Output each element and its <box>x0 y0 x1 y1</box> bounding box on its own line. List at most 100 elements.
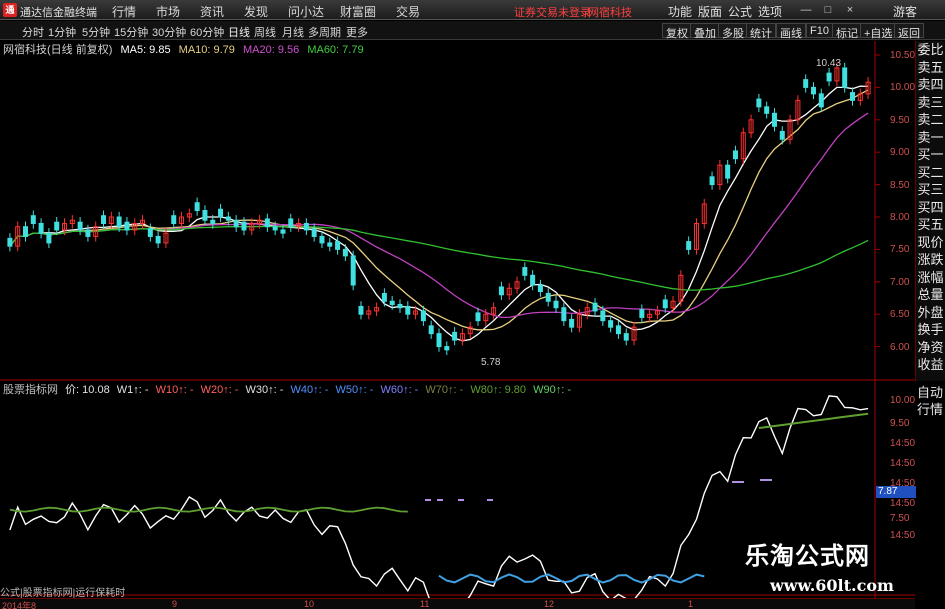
sidebar-item[interactable]: 卖四 <box>916 76 945 94</box>
date-tick: 2014年8 <box>2 601 37 609</box>
sidebar-item[interactable]: 买五 <box>916 216 945 234</box>
price-tick: 7.50 <box>890 244 910 256</box>
candle-body <box>194 202 200 212</box>
candle-body <box>30 215 36 224</box>
candle-body <box>77 221 83 231</box>
sidebar-item[interactable]: 涨幅 <box>916 269 945 287</box>
watermark-url: www.60lt.com <box>770 576 894 595</box>
w20-label: W20↑: - <box>200 384 239 396</box>
sub-axis-tick: 14:50 <box>890 438 916 449</box>
sidebar-item[interactable]: 卖二 <box>916 111 945 129</box>
moving-average-lines <box>9 85 869 342</box>
candle-body <box>405 305 411 315</box>
candle-body <box>264 218 270 228</box>
sidebar-item[interactable]: 现价 <box>916 234 945 252</box>
indicator-header: 股票指标网 价: 10.08 W1↑: - W10↑: - W20↑: - W3… <box>3 381 575 396</box>
sidebar-item[interactable]: 涨跌 <box>916 251 945 269</box>
sidebar-item[interactable]: 总量 <box>916 286 945 304</box>
candle-body <box>147 228 153 237</box>
price-tick: 6.50 <box>890 309 910 321</box>
candle-body <box>272 226 278 231</box>
candle-body <box>23 226 29 237</box>
candle-body <box>764 106 770 114</box>
chart-grid <box>0 41 915 609</box>
candle-body <box>842 67 848 88</box>
candle-body <box>725 164 731 179</box>
date-tick: 12 <box>544 599 555 609</box>
candle-body <box>436 333 442 348</box>
sub-sidebar: 自动 行情 <box>915 384 945 418</box>
candle-body <box>342 248 348 257</box>
indicator-name[interactable]: 股票指标网 <box>3 384 58 396</box>
current-value-badge: 7.87 <box>876 486 916 498</box>
date-tick: 9 <box>172 599 178 609</box>
candle-body <box>818 93 824 108</box>
candle-body <box>171 215 177 224</box>
w10-label: W10↑: - <box>155 384 194 396</box>
sub-axis-tick: 10.00 <box>890 395 916 406</box>
quote-sidebar: 委比 卖五 卖四 卖三 卖二 卖一 买一 买二 买三 买四 买五 现价 涨跌 涨幅 总量 外盘 换手 净资 收益 <box>915 41 945 381</box>
candle-body <box>85 229 91 237</box>
candle-body <box>335 241 341 250</box>
candle-body <box>756 98 762 108</box>
price-tick: 10.00 <box>890 82 916 94</box>
sidebar-item[interactable]: 买三 <box>916 181 945 199</box>
candle-body <box>288 218 294 228</box>
candle-body <box>545 292 551 302</box>
candle-body <box>241 221 247 231</box>
w80-label: W80↑: 9.80 <box>470 384 527 396</box>
candle-body <box>225 216 231 221</box>
price-tick: 8.00 <box>890 212 910 223</box>
sidebar-item[interactable]: 委比 <box>916 41 945 59</box>
candle-body <box>475 312 481 322</box>
candle-body <box>327 242 333 247</box>
date-tick: 10 <box>304 599 315 609</box>
sub-sidebar-item[interactable]: 自动 <box>915 384 945 401</box>
sidebar-item[interactable]: 净资 <box>916 339 945 357</box>
candle-body <box>709 176 715 186</box>
sidebar-item[interactable]: 买四 <box>916 199 945 217</box>
candle-body <box>849 92 855 101</box>
candle-body <box>498 286 504 296</box>
candle-body <box>311 228 317 237</box>
candle-body <box>771 112 777 127</box>
candle-body <box>615 325 621 335</box>
indicator-price: 价: 10.08 <box>65 384 110 396</box>
sidebar-item[interactable]: 卖三 <box>916 94 945 112</box>
w70-label: W70↑: - <box>425 384 464 396</box>
sidebar-item[interactable]: 外盘 <box>916 304 945 322</box>
date-tick: 1 <box>688 599 694 609</box>
sub-sidebar-item[interactable]: 行情 <box>915 401 945 418</box>
candle-body <box>608 320 614 328</box>
candle-body <box>639 309 645 318</box>
candle-body <box>389 300 395 305</box>
candle-body <box>319 235 325 244</box>
watermark-title: 乐淘公式网 <box>745 542 870 570</box>
candle-body <box>54 221 60 231</box>
candle-body <box>686 241 692 250</box>
candle-body <box>46 232 52 244</box>
candle-body <box>732 150 738 160</box>
w30-label: W30↑: - <box>245 384 284 396</box>
sidebar-item[interactable]: 卖五 <box>916 59 945 77</box>
watermark: 乐淘公式网 www.60lt.com <box>730 530 940 605</box>
sub-axis-tick: 14:50 <box>890 498 916 509</box>
candle-body <box>569 318 575 328</box>
sidebar-item[interactable]: 买一 <box>916 146 945 164</box>
candle-body <box>428 325 434 335</box>
candle-body <box>803 79 809 88</box>
price-tick: 9.50 <box>890 114 910 126</box>
w1-label: W1↑: - <box>116 384 149 396</box>
candle-body <box>444 346 450 351</box>
sidebar-item[interactable]: 换手 <box>916 321 945 339</box>
candle-body <box>452 331 458 341</box>
candle-body <box>600 310 606 322</box>
ma60-line <box>9 225 869 291</box>
w60-label: W60↑: - <box>380 384 419 396</box>
sidebar-item[interactable]: 买二 <box>916 164 945 182</box>
w40-label: W40↑: - <box>290 384 329 396</box>
candle-body <box>101 215 107 224</box>
sidebar-item[interactable]: 收益 <box>916 356 945 374</box>
chart-canvas[interactable] <box>0 0 945 609</box>
sidebar-item[interactable]: 卖一 <box>916 129 945 147</box>
